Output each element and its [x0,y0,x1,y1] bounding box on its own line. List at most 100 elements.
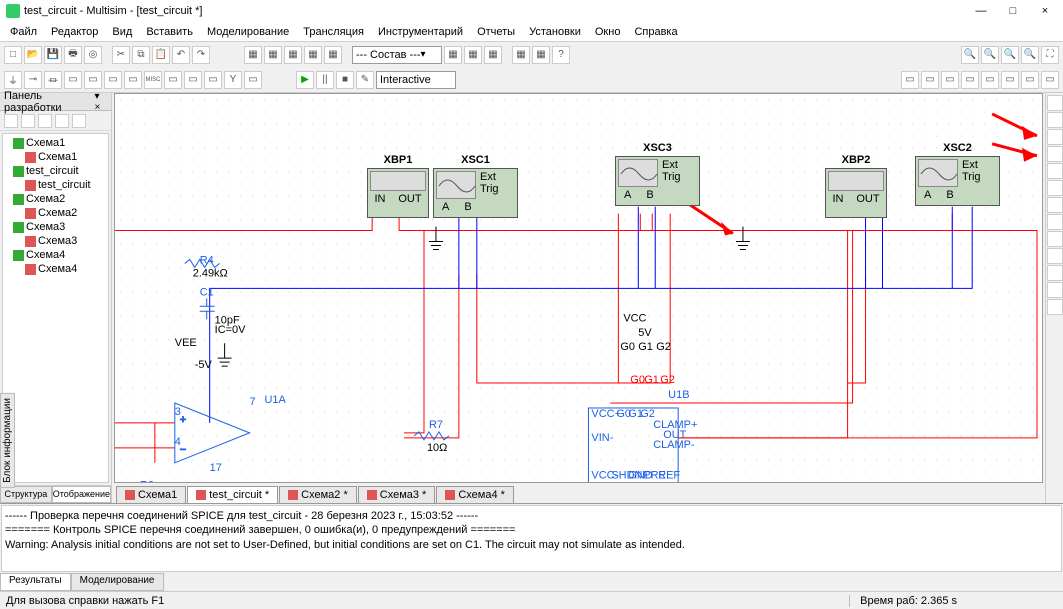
comp-button[interactable]: ▭ [244,71,262,89]
open-button[interactable]: 📂 [24,46,42,64]
comp-button[interactable]: Y [224,71,242,89]
tool-button[interactable]: ▦ [324,46,342,64]
tool-button[interactable]: ▭ [1041,71,1059,89]
comp-button[interactable]: ⏚ [4,71,22,89]
cut-button[interactable]: ✂ [112,46,130,64]
comp-button[interactable]: MISC [144,71,162,89]
tool-button[interactable]: ▦ [284,46,302,64]
instr-button[interactable] [1047,299,1063,315]
tool-button[interactable]: ▦ [512,46,530,64]
comp-button[interactable]: ▭ [124,71,142,89]
comp-button[interactable]: ▭ [84,71,102,89]
close-button[interactable]: × [1033,5,1057,17]
copy-button[interactable]: ⧉ [132,46,150,64]
save-button[interactable]: 💾 [44,46,62,64]
menu-file[interactable]: Файл [4,24,43,40]
tool-button[interactable]: ▦ [464,46,482,64]
instr-button[interactable] [1047,163,1063,179]
instr-button[interactable] [1047,265,1063,281]
tool-button[interactable]: ▭ [921,71,939,89]
tool-button[interactable]: ▦ [264,46,282,64]
instr-button[interactable] [1047,146,1063,162]
tab-schema3[interactable]: Схема3 * [358,486,436,503]
menu-transfer[interactable]: Трансляция [297,24,370,40]
tool-button[interactable]: ▭ [941,71,959,89]
menu-reports[interactable]: Отчеты [471,24,521,40]
tab-display[interactable]: Отображение [52,486,111,503]
comp-button[interactable]: ▭ [64,71,82,89]
undo-button[interactable]: ↶ [172,46,190,64]
minimize-button[interactable]: — [969,5,993,17]
menu-options[interactable]: Установки [523,24,587,40]
instr-button[interactable] [1047,95,1063,111]
preview-button[interactable]: ◎ [84,46,102,64]
fullscreen-button[interactable]: ⛶ [1041,46,1059,64]
instr-button[interactable] [1047,197,1063,213]
instr-button[interactable] [1047,231,1063,247]
tab-test-circuit[interactable]: test_circuit * [187,486,278,503]
zoom-fit-button[interactable]: 🔍 [1021,46,1039,64]
tab-schema1[interactable]: Схема1 [116,486,186,503]
comp-button[interactable]: ▭ [104,71,122,89]
tool-button[interactable]: ▭ [1021,71,1039,89]
component-list-combo[interactable]: --- Состав --- ▾ [352,46,442,64]
tab-schema2[interactable]: Схема2 * [279,486,357,503]
tool-button[interactable]: ▦ [484,46,502,64]
design-tree[interactable]: Схема1 Схема1 test_circuit test_circuit … [2,133,109,483]
instr-button[interactable] [1047,180,1063,196]
new-button[interactable]: □ [4,46,22,64]
tool-button[interactable]: ▭ [961,71,979,89]
tool-button[interactable]: ▦ [532,46,550,64]
redo-button[interactable]: ↷ [192,46,210,64]
panel-close-icon[interactable]: ▾ × [94,91,107,113]
paste-button[interactable]: 📋 [152,46,170,64]
panel-tool-button[interactable] [72,114,86,128]
interactive-icon[interactable]: ✎ [356,71,374,89]
zoom-area-button[interactable]: 🔍 [1001,46,1019,64]
menu-window[interactable]: Окно [589,24,627,40]
zoom-out-button[interactable]: 🔍 [981,46,999,64]
instr-button[interactable] [1047,214,1063,230]
log-tab-simulation[interactable]: Моделирование [71,573,164,591]
comp-button[interactable]: ⏛ [44,71,62,89]
pause-button[interactable]: || [316,71,334,89]
panel-tool-button[interactable] [38,114,52,128]
tool-button[interactable]: ▭ [1001,71,1019,89]
panel-tool-button[interactable] [4,114,18,128]
tool-button[interactable]: ▦ [444,46,462,64]
panel-tool-button[interactable] [55,114,69,128]
menu-view[interactable]: Вид [106,24,138,40]
tab-structure[interactable]: Структура [0,486,52,503]
instrument-xbp1[interactable]: XBP1 INOUT [367,168,429,218]
menu-edit[interactable]: Редактор [45,24,104,40]
panel-tool-button[interactable] [21,114,35,128]
menu-tools[interactable]: Инструментарий [372,24,469,40]
instr-button[interactable] [1047,282,1063,298]
log-text[interactable]: ------ Проверка перечня соединений SPICE… [1,505,1062,572]
menu-simulate[interactable]: Моделирование [201,24,295,40]
comp-button[interactable]: ⊸ [24,71,42,89]
sim-mode-combo[interactable]: Interactive [376,71,456,89]
instrument-xsc3[interactable]: XSC3 Ext Trig AB [615,156,700,206]
tool-button[interactable]: ▦ [304,46,322,64]
menu-help[interactable]: Справка [628,24,683,40]
stop-button[interactable]: ■ [336,71,354,89]
schematic-canvas[interactable]: R4 C1 U1A U1B TNS7001 TNS7001 R7 R3 7 3 … [114,93,1043,483]
instr-button[interactable] [1047,129,1063,145]
instr-button[interactable] [1047,112,1063,128]
info-block-tab[interactable]: Блок информации [0,393,15,488]
comp-button[interactable]: ▭ [184,71,202,89]
instr-button[interactable] [1047,248,1063,264]
tab-schema4[interactable]: Схема4 * [436,486,514,503]
instrument-xbp2[interactable]: XBP2 INOUT [825,168,887,218]
log-tab-results[interactable]: Результаты [0,573,71,591]
zoom-in-button[interactable]: 🔍 [961,46,979,64]
comp-button[interactable]: ▭ [164,71,182,89]
menu-insert[interactable]: Вставить [140,24,199,40]
run-button[interactable]: ▶ [296,71,314,89]
help-button[interactable]: ? [552,46,570,64]
print-button[interactable]: 🖶 [64,46,82,64]
tool-button[interactable]: ▦ [244,46,262,64]
tool-button[interactable]: ▭ [901,71,919,89]
instrument-xsc1[interactable]: XSC1 Ext Trig AB [433,168,518,218]
